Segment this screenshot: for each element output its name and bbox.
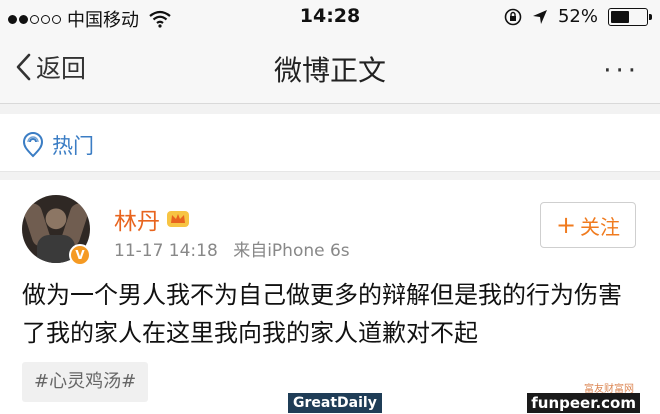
hot-label: 热门 [52,134,94,158]
more-button[interactable]: ··· [603,56,640,86]
follow-label: 关注 [580,214,621,239]
location-arrow-icon [532,9,547,24]
watermark-funpeer: funpeer.com [527,393,640,413]
topic-tag[interactable]: #心灵鸡汤# [22,362,149,402]
follow-button[interactable]: + 关注 [540,202,636,248]
author-name-row[interactable]: 林丹 [114,202,190,236]
post-source: 来自iPhone 6s [233,241,350,261]
watermark-greatdaily: GreatDaily [288,393,382,413]
hot-category-row[interactable]: 热门 [0,114,660,172]
crown-icon [167,211,189,227]
battery-icon [608,7,652,26]
post-date: 11-17 14:18 [114,241,218,261]
author-name[interactable]: 林丹 [114,202,160,236]
verified-badge: V [69,244,91,266]
nav-bar: 返回 微博正文 ··· [0,34,660,104]
plus-icon: + [555,211,577,239]
post-card: V 林丹 11-17 14:18 来自iPhone 6s + 关注 做为一个男人… [0,180,660,414]
hot-category[interactable]: 热门 [22,130,94,160]
post-meta: 11-17 14:18 来自iPhone 6s [114,236,350,261]
status-bar: 中国移动 14:28 52% [0,0,660,34]
hot-topic-icon [22,132,44,158]
rotation-lock-icon [504,8,522,25]
battery-percent: 52% [557,6,598,27]
page-title: 微博正文 [273,54,386,87]
status-right: 52% [504,6,652,27]
post-content: 做为一个男人我不为自己做更多的辩解但是我的行为伤害了我的家人在这里我向我的家人道… [22,281,622,347]
